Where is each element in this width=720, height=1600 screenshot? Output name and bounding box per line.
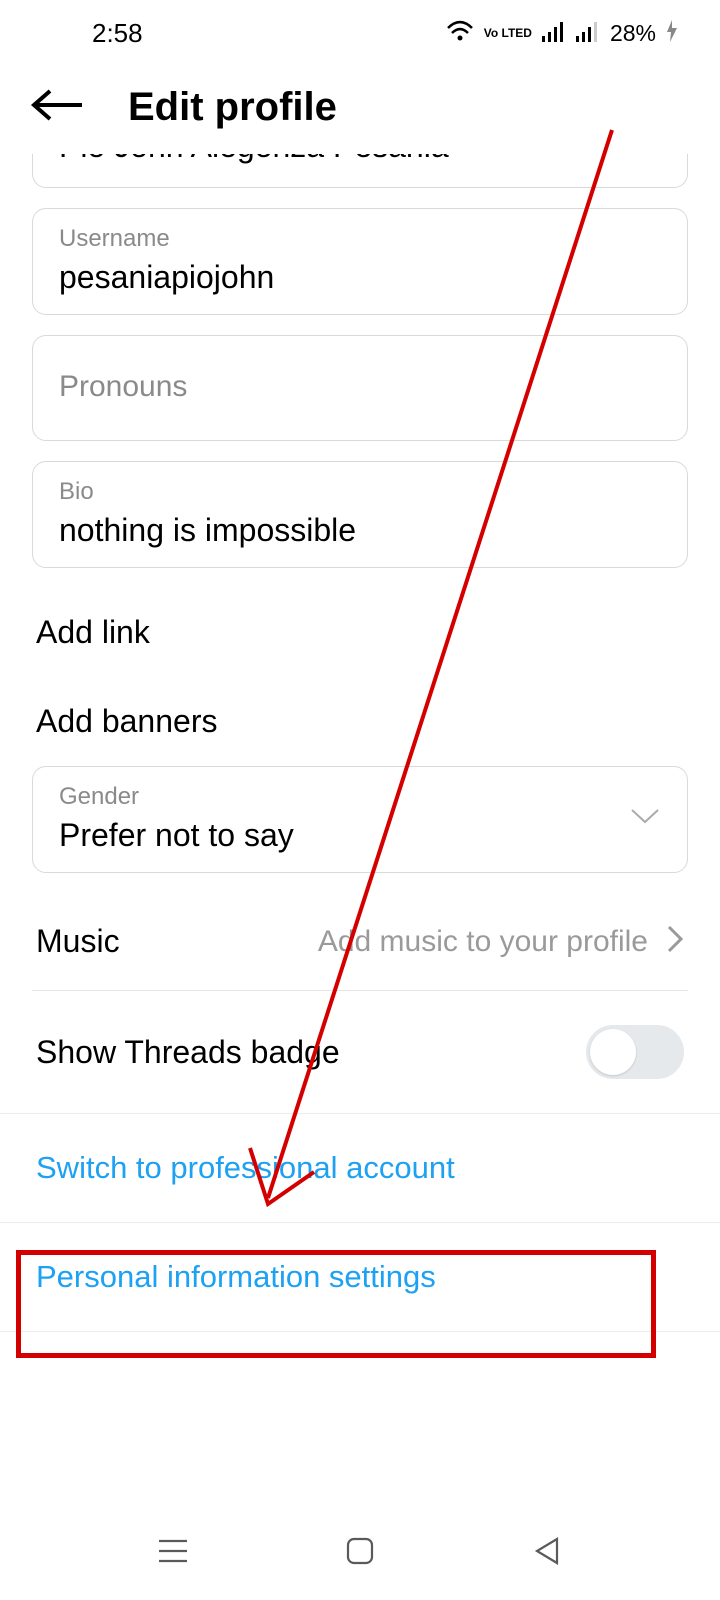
wifi-icon: [446, 18, 474, 49]
volte-icon: Vo LTED: [484, 28, 532, 39]
home-icon[interactable]: [340, 1531, 380, 1576]
pronouns-placeholder: Pronouns: [59, 352, 661, 422]
chevron-right-icon: [666, 924, 684, 959]
header: Edit profile: [0, 57, 720, 154]
username-value: pesaniapiojohn: [59, 259, 661, 296]
username-field[interactable]: Username pesaniapiojohn: [32, 208, 688, 315]
music-hint: Add music to your profile: [120, 925, 648, 959]
threads-label: Show Threads badge: [36, 1034, 340, 1071]
gender-field[interactable]: Gender Prefer not to say: [32, 766, 688, 873]
threads-toggle[interactable]: [586, 1025, 684, 1079]
threads-row: Show Threads badge: [32, 991, 688, 1113]
charging-icon: [666, 18, 678, 49]
username-label: Username: [59, 225, 661, 253]
divider: [0, 1331, 720, 1332]
bio-field[interactable]: Bio nothing is impossible: [32, 461, 688, 568]
page-title: Edit profile: [128, 85, 337, 130]
switch-professional-link[interactable]: Switch to professional account: [32, 1114, 688, 1222]
music-row[interactable]: Music Add music to your profile: [32, 893, 688, 991]
personal-info-link[interactable]: Personal information settings: [32, 1223, 688, 1331]
bio-label: Bio: [59, 478, 661, 506]
gender-value: Prefer not to say: [59, 817, 294, 854]
gender-label: Gender: [59, 783, 294, 811]
add-link-button[interactable]: Add link: [32, 588, 688, 677]
status-bar: 2:58 Vo LTED 28%: [0, 0, 720, 57]
name-value: Pio John Alegonza Pesania: [59, 154, 661, 165]
pronouns-field[interactable]: Pronouns: [32, 335, 688, 441]
battery-text: 28%: [610, 20, 656, 47]
add-banners-button[interactable]: Add banners: [32, 677, 688, 766]
music-label: Music: [36, 923, 120, 960]
chevron-down-icon: [629, 806, 661, 831]
signal-icon-1: [542, 18, 566, 49]
recent-apps-icon[interactable]: [153, 1531, 193, 1576]
signal-icon-2: [576, 18, 600, 49]
back-icon[interactable]: [527, 1531, 567, 1576]
status-time: 2:58: [92, 18, 143, 49]
name-field[interactable]: Pio John Alegonza Pesania: [32, 154, 688, 188]
system-nav-bar: [0, 1531, 720, 1576]
status-indicators: Vo LTED 28%: [446, 18, 678, 49]
back-arrow-icon[interactable]: [30, 87, 86, 128]
bio-value: nothing is impossible: [59, 512, 661, 549]
